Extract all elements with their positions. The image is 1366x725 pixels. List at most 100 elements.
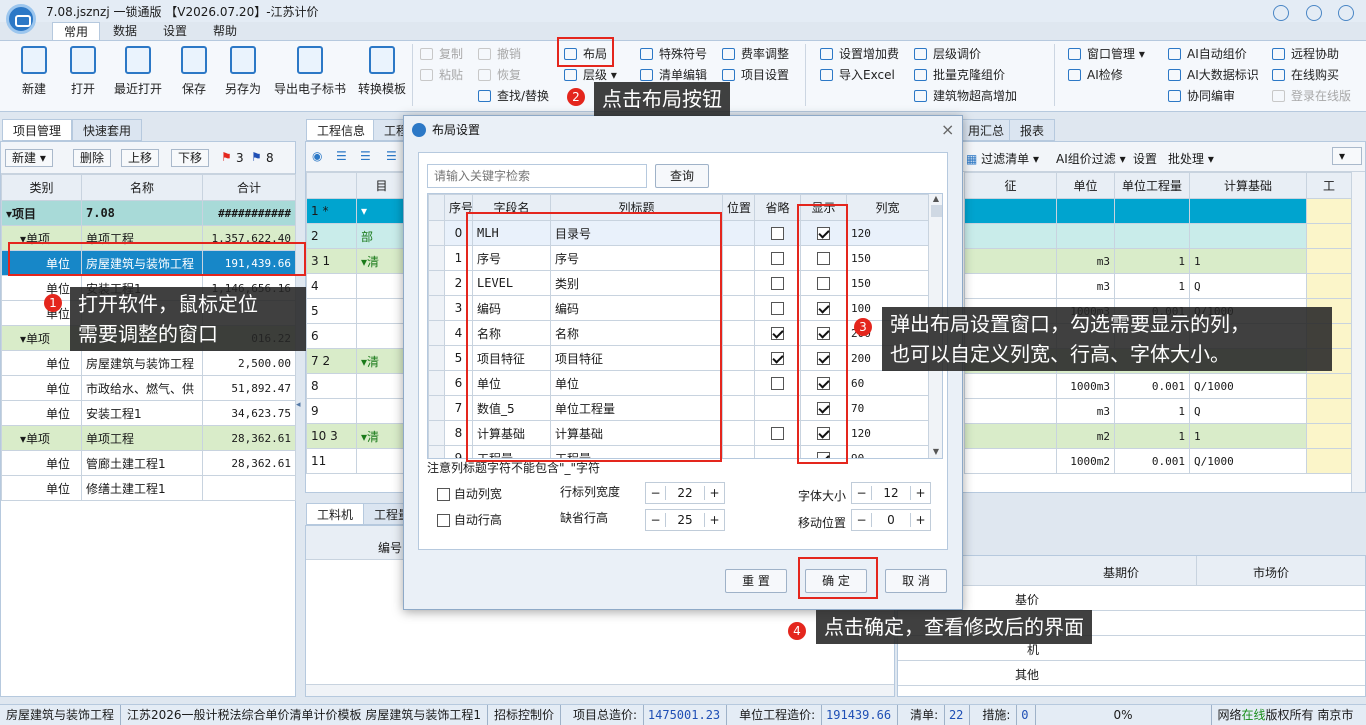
list-row[interactable]: 10 3 ▾清 [306,423,407,449]
eye-icon[interactable]: ◉ [312,149,322,163]
copy-button[interactable]: 复制 [420,44,463,64]
list-row[interactable]: 6 [306,323,407,349]
minimize-icon[interactable] [1273,5,1289,21]
list-row[interactable]: m2 1 1 [964,423,1352,449]
list-row[interactable]: m3 1 Q [964,398,1352,424]
tab-common[interactable]: 常用 [52,22,101,40]
ai-auto-price-button[interactable]: AI自动组价 [1168,44,1247,64]
tree-row[interactable]: 单位 房屋建筑与装饰工程 2,500.00 [1,350,296,376]
auto-col-width-checkbox[interactable]: 自动列宽 [437,485,502,502]
auto-col-width-box[interactable] [437,488,450,501]
omit-checkbox[interactable] [771,277,784,290]
find-replace-button[interactable]: 查找/替换 [478,86,549,106]
tree-row[interactable]: ▾单项 单项工程 28,362.61 [1,425,296,451]
decrement-icon[interactable]: − [646,513,666,527]
tree-row[interactable]: 单位 安装工程1 34,623.75 [1,400,296,426]
search-query-button[interactable]: 查询 [655,164,709,188]
omit-checkbox[interactable] [771,252,784,265]
omit-checkbox[interactable] [771,327,784,340]
toolbar-dropdown-button[interactable]: ▾ [1332,147,1362,165]
list-row[interactable]: 1000m2 0.001 Q/1000 [964,448,1352,474]
building-height-button[interactable]: 建筑物超高增加 [914,86,1017,106]
price-row[interactable]: 基价 [898,586,1365,611]
align-icon[interactable]: ☰ [336,149,347,163]
tab-report[interactable]: 报表 [1009,119,1056,141]
move-down-button[interactable]: 下移 [171,149,210,167]
list-row[interactable]: 7 2 ▾清 [306,348,407,374]
open-button[interactable]: 打开 [65,46,101,97]
paste-button[interactable]: 粘贴 [420,65,463,85]
recent-button[interactable]: 最近打开 [111,46,165,97]
collapse-panel-icon[interactable]: ◂ [296,400,304,410]
move-position-stepper[interactable]: − 0 + [851,509,931,531]
undo-button[interactable]: 撤销 [478,44,521,64]
cancel-button[interactable]: 取 消 [885,569,947,593]
tab-labor-material[interactable]: 工料机 [306,503,365,525]
new-button[interactable]: 新建 [16,46,52,97]
red-flag-icon[interactable]: ⚑ [221,150,232,164]
tab-project-info[interactable]: 工程信息 [306,119,377,141]
list-row[interactable]: 9 [306,398,407,424]
indent-icon[interactable]: ☰ [360,149,371,163]
list-row[interactable]: 3 1 ▾清 [306,248,407,274]
special-symbol-button[interactable]: 特殊符号 [640,44,707,64]
default-row-height-stepper[interactable]: − 25 + [645,509,725,531]
font-size-stepper[interactable]: − 12 + [851,482,931,504]
header-width-stepper[interactable]: − 22 + [645,482,725,504]
increment-icon[interactable]: + [910,513,930,527]
decrement-icon[interactable]: − [852,513,872,527]
scroll-down-icon[interactable]: ▼ [929,447,942,456]
move-position-value[interactable]: 0 [872,513,910,527]
omit-checkbox[interactable] [771,427,784,440]
convert-template-button[interactable]: 转换模板 [356,46,408,97]
list-row[interactable]: 2部 [306,223,407,249]
move-up-button[interactable]: 上移 [121,149,160,167]
reset-button[interactable]: 重 置 [725,569,787,593]
keyword-search-input[interactable] [427,164,647,188]
auto-row-height-box[interactable] [437,514,450,527]
price-row[interactable]: 其他 [898,661,1365,686]
ai-check-button[interactable]: AI检修 [1068,65,1123,85]
ai-bigdata-button[interactable]: AI大数据标识 [1168,65,1259,85]
scroll-up-icon[interactable]: ▲ [929,194,942,203]
tab-project-manage[interactable]: 项目管理 [2,119,73,141]
list-row[interactable]: 5 [306,298,407,324]
ai-filter-button[interactable]: AI组价过滤 ▾ [1056,150,1126,167]
omit-checkbox[interactable] [771,352,784,365]
tab-settings[interactable]: 设置 [152,22,198,40]
tab-data[interactable]: 数据 [102,22,148,40]
close-icon[interactable] [1338,5,1354,21]
omit-checkbox[interactable] [771,302,784,315]
auto-row-height-checkbox[interactable]: 自动行高 [437,511,502,528]
omit-checkbox[interactable] [771,227,784,240]
font-size-value[interactable]: 12 [872,486,910,500]
list-row[interactable]: 11 [306,448,407,474]
list-row[interactable]: 4 [306,273,407,299]
tree-row[interactable]: 单位 管廊土建工程1 28,362.61 [1,450,296,476]
increment-icon[interactable]: + [910,486,930,500]
increment-icon[interactable]: + [704,513,724,527]
tab-fee-summary[interactable]: 用汇总 [957,119,1016,141]
new-node-button[interactable]: 新建 ▾ [5,149,53,167]
delete-node-button[interactable]: 删除 [73,149,112,167]
list-row[interactable]: 1000m30.001Q/1000 [964,373,1352,399]
scroll-thumb[interactable] [930,205,942,217]
decrement-icon[interactable]: − [646,486,666,500]
list-row[interactable]: m3 1 1 [964,248,1352,274]
list-row[interactable]: 1 * ▾ [306,198,407,224]
import-excel-button[interactable]: 导入Excel [820,65,895,85]
labor-hscrollbar[interactable] [306,684,894,696]
export-bid-button[interactable]: 导出电子标书 [272,46,348,97]
settings-button[interactable]: 设置 [1133,150,1157,167]
redo-button[interactable]: 恢复 [478,65,521,85]
increment-icon[interactable]: + [704,486,724,500]
remote-assist-button[interactable]: 远程协助 [1272,44,1339,64]
list-row[interactable] [964,223,1352,249]
default-row-height-value[interactable]: 25 [666,513,704,527]
omit-checkbox[interactable] [771,377,784,390]
blue-flag-icon[interactable]: ⚑ [251,150,262,164]
list-row[interactable]: m3 1 Q [964,273,1352,299]
save-as-button[interactable]: 另存为 [222,46,264,97]
set-extra-fee-button[interactable]: 设置增加费 [820,44,899,64]
list-row[interactable] [964,198,1352,224]
